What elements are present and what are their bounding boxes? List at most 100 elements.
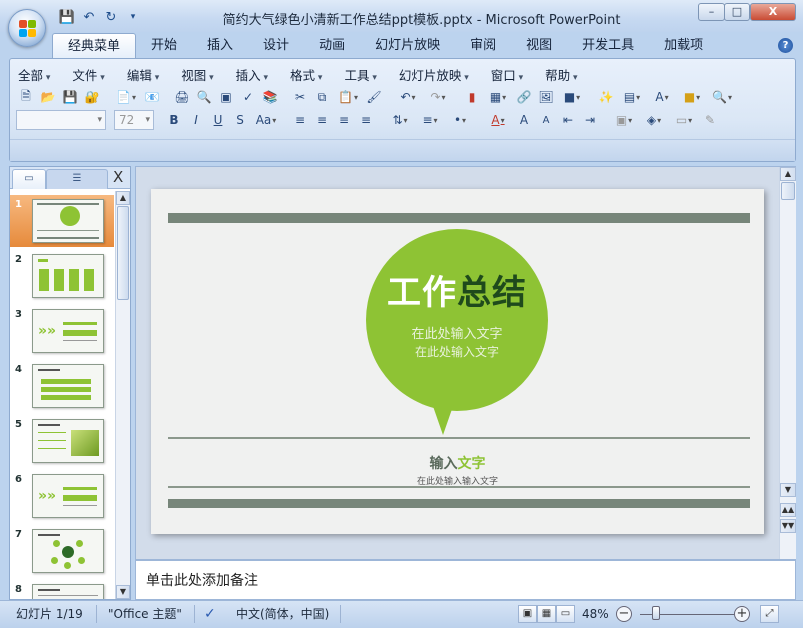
tab-review[interactable]: 审阅 [455, 33, 511, 59]
menu-window[interactable]: 窗口 [491, 65, 523, 84]
subtitle-line-1[interactable]: 在此处输入文字 [366, 323, 548, 342]
new-icon[interactable]: 🗎 [16, 87, 36, 107]
italic-icon[interactable]: I [186, 110, 206, 130]
normal-view-icon[interactable]: ▣ [518, 605, 537, 623]
tab-view[interactable]: 视图 [511, 33, 567, 59]
cut-icon[interactable]: ✂ [290, 87, 310, 107]
numbering-icon[interactable]: ≡ [416, 110, 444, 130]
slide-thumbnail-8[interactable]: 8 [10, 580, 114, 599]
change-case-icon[interactable]: Aa [252, 110, 280, 130]
publish-icon[interactable]: 📄 [112, 87, 140, 107]
tab-classic-menu[interactable]: 经典菜单 [52, 33, 137, 59]
close-button[interactable]: X [750, 3, 796, 21]
previous-slide-icon[interactable]: ▲▲ [780, 503, 796, 517]
paste-icon[interactable]: 📋 [334, 87, 362, 107]
scroll-thumb[interactable] [781, 182, 795, 200]
text-direction-icon[interactable]: ⇅ [386, 110, 414, 130]
align-right-icon[interactable]: ≡ [334, 110, 354, 130]
tab-animation[interactable]: 动画 [304, 33, 360, 59]
menu-file[interactable]: 文件 [72, 65, 104, 84]
spelling-icon[interactable]: ✓ [238, 87, 258, 107]
menu-slideshow[interactable]: 幻灯片放映 [399, 65, 469, 84]
scroll-thumb[interactable] [117, 206, 129, 300]
close-panel-icon[interactable]: X [113, 170, 123, 185]
color-icon[interactable]: ■ [558, 87, 586, 107]
permission-icon[interactable]: 🔐 [82, 87, 102, 107]
grow-font-icon[interactable]: A [514, 110, 534, 130]
menu-format[interactable]: 格式 [290, 65, 322, 84]
justify-icon[interactable]: ≡ [356, 110, 376, 130]
tab-developer[interactable]: 开发工具 [567, 33, 649, 59]
underline-icon[interactable]: U [208, 110, 228, 130]
shadow-icon[interactable]: S [230, 110, 250, 130]
font-name-select[interactable] [16, 110, 106, 130]
quick-styles-icon[interactable]: ◈ [640, 110, 668, 130]
tab-home[interactable]: 开始 [136, 33, 192, 59]
slide-title[interactable]: 工作总结 [366, 265, 548, 314]
language[interactable]: 中文(简体，中国) [236, 605, 329, 623]
notes-pane[interactable]: 单击此处添加备注 [135, 560, 796, 600]
tab-slideshow[interactable]: 幻灯片放映 [360, 33, 455, 59]
slide-thumbnail-2[interactable]: 2 [10, 250, 114, 302]
font-size-select[interactable]: 72 [114, 110, 154, 130]
format-painter-icon[interactable]: 🖌 [364, 87, 384, 107]
thumbnail-scrollbar[interactable]: ▲ ▼ [115, 191, 130, 599]
textbox-icon[interactable]: A [648, 87, 676, 107]
input-text-heading[interactable]: 输入文字 [151, 453, 764, 473]
arrange-icon[interactable]: ▣ [610, 110, 638, 130]
zoom-level[interactable]: 48% [582, 605, 609, 623]
scroll-down-icon[interactable]: ▼ [780, 483, 796, 497]
print-icon[interactable]: 🖨 [172, 87, 192, 107]
font-color-icon[interactable]: A [484, 110, 512, 130]
green-speech-bubble[interactable] [366, 229, 548, 411]
menu-insert[interactable]: 插入 [236, 65, 268, 84]
menu-view[interactable]: 视图 [181, 65, 213, 84]
picture-icon[interactable]: 🖼 [536, 87, 556, 107]
new-slide-icon[interactable]: ✨ [596, 87, 616, 107]
menu-help[interactable]: 帮助 [545, 65, 577, 84]
hyperlink-icon[interactable]: 🔗 [514, 87, 534, 107]
redo-icon[interactable]: ↷ [424, 87, 452, 107]
slide-thumbnail-6[interactable]: 6 »» [10, 470, 114, 522]
slide-thumbnail-7[interactable]: 7 [10, 525, 114, 577]
outline-tab-icon[interactable]: ☰ [46, 169, 108, 189]
menu-edit[interactable]: 编辑 [127, 65, 159, 84]
slide-thumbnail-5[interactable]: 5 [10, 415, 114, 467]
help-icon[interactable]: ? [778, 38, 793, 53]
scroll-down-icon[interactable]: ▼ [116, 585, 130, 599]
zoom-in-icon[interactable]: + [734, 606, 750, 622]
slide-sorter-view-icon[interactable]: ▦ [537, 605, 556, 623]
undo-icon[interactable]: ↶ [394, 87, 422, 107]
email-icon[interactable]: 📧 [142, 87, 162, 107]
bullets-icon[interactable]: • [446, 110, 474, 130]
scroll-up-icon[interactable]: ▲ [780, 167, 796, 181]
menu-all[interactable]: 全部 [18, 65, 50, 84]
theme-name[interactable]: "Office 主题" [108, 605, 182, 623]
layout-select-icon[interactable]: ▤ [618, 87, 646, 107]
zoom-slider-knob[interactable] [652, 606, 660, 620]
bold-icon[interactable]: B [164, 110, 184, 130]
research-icon[interactable]: 📚 [260, 87, 280, 107]
office-button[interactable] [8, 9, 46, 47]
slide-thumbnail-3[interactable]: 3 »» [10, 305, 114, 357]
slide-thumbnail-1[interactable]: 1 [10, 195, 114, 247]
subtitle-line-2[interactable]: 在此处输入文字 [366, 343, 548, 360]
next-slide-icon[interactable]: ▼▼ [780, 519, 796, 533]
menu-tools[interactable]: 工具 [344, 65, 376, 84]
maximize-button[interactable]: □ [724, 3, 750, 21]
shapes-icon[interactable]: ■ [678, 87, 706, 107]
align-center-icon[interactable]: ≡ [312, 110, 332, 130]
spelling-check-icon[interactable]: ✓ [204, 605, 216, 623]
decrease-indent-icon[interactable]: ⇤ [558, 110, 578, 130]
tab-design[interactable]: 设计 [248, 33, 304, 59]
align-left-icon[interactable]: ≡ [290, 110, 310, 130]
tab-insert[interactable]: 插入 [192, 33, 248, 59]
chart-icon[interactable]: ▮ [462, 87, 482, 107]
minimize-button[interactable]: – [698, 3, 725, 21]
increase-indent-icon[interactable]: ⇥ [580, 110, 600, 130]
slides-tab-icon[interactable]: ▭ [12, 169, 46, 189]
zoom-search-icon[interactable]: 🔍 [708, 87, 736, 107]
save-icon[interactable]: 💾 [60, 87, 80, 107]
slide-thumbnail-4[interactable]: 4 [10, 360, 114, 412]
slideshow-view-icon[interactable]: ▭ [556, 605, 575, 623]
